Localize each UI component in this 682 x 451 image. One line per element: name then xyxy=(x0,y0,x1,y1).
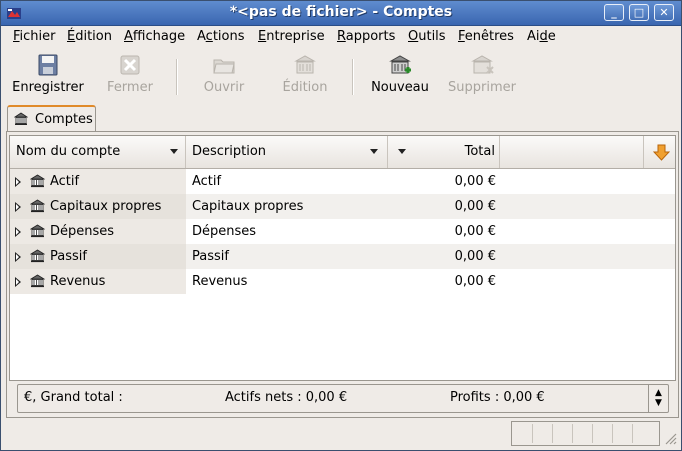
minimize-icon: _ xyxy=(611,6,617,19)
delete-account-label: Supprimer xyxy=(448,80,516,95)
delete-account-icon xyxy=(471,55,494,74)
bank-icon xyxy=(30,274,45,288)
new-account-button[interactable]: Nouveau xyxy=(367,53,433,101)
account-description: Revenus xyxy=(192,274,248,289)
delete-account-button[interactable]: Supprimer xyxy=(446,53,518,101)
menu-entreprise[interactable]: Entreprise xyxy=(258,29,325,44)
column-name-label: Nom du compte xyxy=(16,144,121,159)
account-total: 0,00 € xyxy=(454,174,496,189)
account-name: Actif xyxy=(50,174,80,189)
account-description: Actif xyxy=(192,174,222,189)
account-description: Dépenses xyxy=(192,224,257,239)
expander-triangle-icon[interactable] xyxy=(15,202,21,212)
window-title: *<pas de fichier> - Comptes xyxy=(229,4,453,20)
menu-rapports[interactable]: Rapports xyxy=(337,29,395,44)
menu-edition[interactable]: Édition xyxy=(67,29,112,44)
account-total: 0,00 € xyxy=(454,274,496,289)
close-window-button[interactable]: ✕ xyxy=(654,4,674,21)
edit-account-icon xyxy=(294,55,316,74)
bank-icon xyxy=(14,112,28,125)
table-row[interactable]: Dépenses Dépenses 0,00 € xyxy=(10,219,675,244)
expander-triangle-icon[interactable] xyxy=(15,252,21,262)
bank-icon xyxy=(30,249,45,263)
column-header-total[interactable]: Total xyxy=(388,136,500,168)
menu-actions[interactable]: Actions xyxy=(197,29,245,44)
grand-total-label: €, Grand total : xyxy=(24,390,123,405)
menu-fichier[interactable]: Fichier xyxy=(13,29,56,44)
table-row[interactable]: Capitaux propres Capitaux propres 0,00 € xyxy=(10,194,675,219)
toolbar-separator xyxy=(176,59,178,95)
maximize-button[interactable]: □ xyxy=(629,4,649,21)
edit-button[interactable]: Édition xyxy=(276,53,334,101)
minimize-button[interactable]: _ xyxy=(604,4,624,21)
bank-icon xyxy=(30,174,45,188)
account-name: Dépenses xyxy=(50,224,115,239)
account-name: Capitaux propres xyxy=(50,199,162,214)
save-label: Enregistrer xyxy=(12,80,84,95)
column-description-label: Description xyxy=(192,144,267,159)
chevron-down-icon xyxy=(398,149,406,154)
edit-label: Édition xyxy=(282,80,328,95)
account-description: Passif xyxy=(192,249,229,264)
table-row[interactable]: Revenus Revenus 0,00 € xyxy=(10,269,675,294)
column-total-label: Total xyxy=(464,144,495,159)
status-bar xyxy=(511,421,660,446)
close-button[interactable]: Fermer xyxy=(101,53,159,101)
application-window: *<pas de fichier> - Comptes _ □ ✕ Fichie… xyxy=(0,0,682,451)
close-label: Fermer xyxy=(107,80,153,95)
spin-down-icon: ▼ xyxy=(655,398,662,408)
net-assets-label: Actifs nets : 0,00 € xyxy=(225,390,348,405)
expander-triangle-icon[interactable] xyxy=(15,177,21,187)
menu-outils[interactable]: Outils xyxy=(408,29,446,44)
close-x-icon xyxy=(120,55,140,75)
new-account-icon xyxy=(389,55,411,74)
floppy-disk-icon xyxy=(38,54,58,76)
currency-spin-button[interactable]: ▲ ▼ xyxy=(648,385,668,412)
tab-label: Comptes xyxy=(35,112,93,127)
open-label: Ouvrir xyxy=(203,80,245,95)
new-account-label: Nouveau xyxy=(371,80,429,95)
summary-bar[interactable]: €, Grand total : Actifs nets : 0,00 € Pr… xyxy=(17,384,669,413)
column-header-empty xyxy=(500,136,644,168)
account-name: Revenus xyxy=(50,274,106,289)
bank-icon xyxy=(30,224,45,238)
table-row[interactable]: Passif Passif 0,00 € xyxy=(10,244,675,269)
menu-bar: Fichier Édition Affichage Actions Entrep… xyxy=(1,26,681,48)
open-button[interactable]: Ouvrir xyxy=(197,53,251,101)
column-selector-arrow-icon[interactable] xyxy=(653,144,670,161)
menu-aide[interactable]: Aide xyxy=(527,29,556,44)
title-bar[interactable]: *<pas de fichier> - Comptes _ □ ✕ xyxy=(1,1,681,26)
accounts-panel: Nom du compte Description Total Actif Act… xyxy=(6,131,679,418)
account-total: 0,00 € xyxy=(454,199,496,214)
account-name: Passif xyxy=(50,249,87,264)
resize-grip-icon[interactable] xyxy=(663,431,677,445)
menu-fenetres[interactable]: Fenêtres xyxy=(458,29,514,44)
bank-icon xyxy=(30,199,45,213)
column-header-description[interactable]: Description xyxy=(186,136,388,168)
close-icon: ✕ xyxy=(659,6,669,19)
account-description: Capitaux propres xyxy=(192,199,304,214)
toolbar: Enregistrer Fermer Ouvrir Édition Nouvea… xyxy=(1,49,681,103)
maximize-icon: □ xyxy=(633,6,645,19)
column-header-name[interactable]: Nom du compte xyxy=(10,136,186,168)
profits-label: Profits : 0,00 € xyxy=(450,390,545,405)
toolbar-separator xyxy=(352,59,354,95)
save-button[interactable]: Enregistrer xyxy=(9,53,87,101)
tab-comptes[interactable]: Comptes xyxy=(7,105,96,132)
accounts-tree[interactable]: Nom du compte Description Total Actif Act… xyxy=(9,135,676,381)
open-folder-icon xyxy=(213,59,235,74)
chevron-down-icon xyxy=(170,149,178,154)
account-total: 0,00 € xyxy=(454,249,496,264)
tree-header: Nom du compte Description Total xyxy=(10,136,675,169)
expander-triangle-icon[interactable] xyxy=(15,277,21,287)
chevron-down-icon xyxy=(370,149,378,154)
spin-up-icon: ▲ xyxy=(655,388,662,398)
table-row[interactable]: Actif Actif 0,00 € xyxy=(10,169,675,194)
expander-triangle-icon[interactable] xyxy=(15,227,21,237)
account-total: 0,00 € xyxy=(454,224,496,239)
menu-affichage[interactable]: Affichage xyxy=(124,29,185,44)
